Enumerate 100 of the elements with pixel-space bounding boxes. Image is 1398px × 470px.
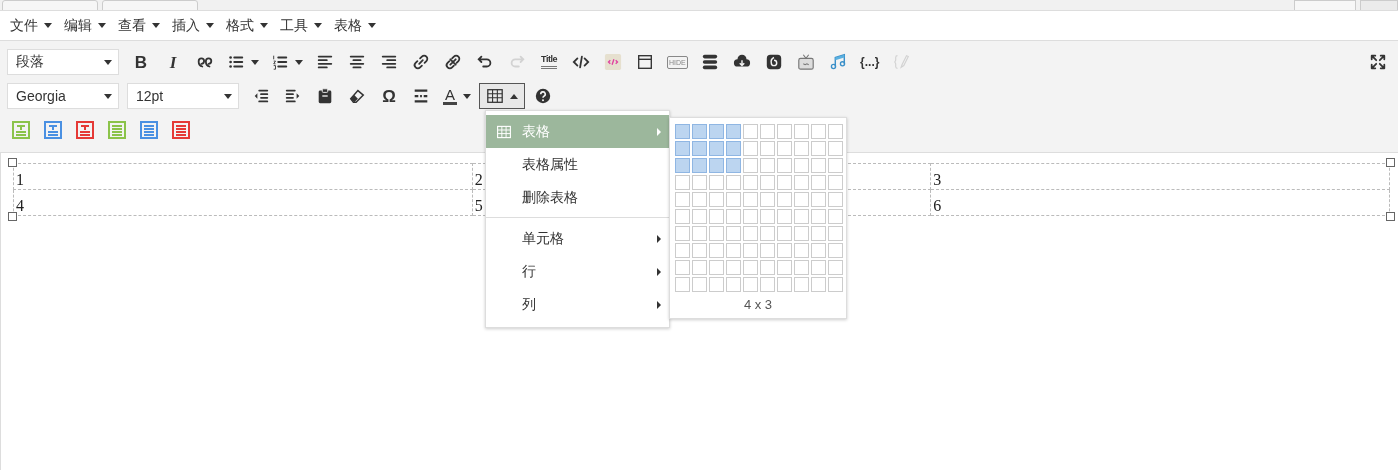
font-family-dropdown[interactable]: Georgia <box>7 83 119 109</box>
grid-cell[interactable] <box>828 209 843 224</box>
grid-cell[interactable] <box>743 158 758 173</box>
grid-cell[interactable] <box>811 158 826 173</box>
grid-cell[interactable] <box>726 277 741 292</box>
grid-cell[interactable] <box>726 192 741 207</box>
grid-cell[interactable] <box>760 243 775 258</box>
textcolor-button[interactable]: A <box>439 83 475 109</box>
grid-cell[interactable] <box>794 243 809 258</box>
grid-cell[interactable] <box>709 141 724 156</box>
grid-cell[interactable] <box>743 192 758 207</box>
menu-item[interactable]: 格式 <box>220 16 274 35</box>
grid-cell[interactable] <box>794 260 809 275</box>
menu-item[interactable]: 插入 <box>166 16 220 35</box>
grid-cell[interactable] <box>777 158 792 173</box>
menu-item[interactable]: 编辑 <box>58 16 112 35</box>
resize-handle[interactable] <box>1386 212 1395 221</box>
grid-cell[interactable] <box>760 277 775 292</box>
grid-cell[interactable] <box>777 192 792 207</box>
grid-cell[interactable] <box>692 209 707 224</box>
grid-cell[interactable] <box>760 175 775 190</box>
grid-cell[interactable] <box>726 260 741 275</box>
grid-cell[interactable] <box>675 260 690 275</box>
grid-cell[interactable] <box>726 209 741 224</box>
resize-handle[interactable] <box>8 212 17 221</box>
grid-cell[interactable] <box>811 141 826 156</box>
grid-cell[interactable] <box>811 209 826 224</box>
grid-cell[interactable] <box>760 124 775 139</box>
grid-cell[interactable] <box>760 226 775 241</box>
editor-tab[interactable] <box>1294 0 1356 10</box>
grid-cell[interactable] <box>675 175 690 190</box>
grid-cell[interactable] <box>675 141 690 156</box>
grid-cell[interactable] <box>692 277 707 292</box>
grid-cell[interactable] <box>828 175 843 190</box>
menu-item[interactable]: 行 <box>486 255 669 288</box>
bold-button[interactable]: B <box>127 49 155 75</box>
font-size-dropdown[interactable]: 12pt <box>127 83 239 109</box>
grid-cell[interactable] <box>709 158 724 173</box>
grid-cell[interactable] <box>828 226 843 241</box>
grid-cell[interactable] <box>794 277 809 292</box>
grid-cell[interactable] <box>794 124 809 139</box>
grid-cell[interactable] <box>743 124 758 139</box>
grid-cell[interactable] <box>692 124 707 139</box>
editor-tab[interactable] <box>1360 0 1398 10</box>
menu-item[interactable]: 列 <box>486 288 669 321</box>
grid-cell[interactable] <box>675 209 690 224</box>
grid-cell[interactable] <box>811 260 826 275</box>
grid-cell[interactable] <box>760 158 775 173</box>
grid-cell[interactable] <box>811 226 826 241</box>
table-button[interactable] <box>479 83 525 109</box>
grid-cell[interactable] <box>675 277 690 292</box>
grid-cell[interactable] <box>743 226 758 241</box>
grid-cell[interactable] <box>828 124 843 139</box>
grid-cell[interactable] <box>777 260 792 275</box>
grid-cell[interactable] <box>743 260 758 275</box>
grid-cell[interactable] <box>828 141 843 156</box>
grid-cell[interactable] <box>777 175 792 190</box>
grid-cell[interactable] <box>709 243 724 258</box>
omega-button[interactable]: Ω <box>375 83 403 109</box>
grid-cell[interactable] <box>811 124 826 139</box>
grid-cell[interactable] <box>692 175 707 190</box>
menu-item[interactable]: 工具 <box>274 16 328 35</box>
grid-cell[interactable] <box>777 243 792 258</box>
grid-cell[interactable] <box>675 192 690 207</box>
grid-cell[interactable] <box>692 243 707 258</box>
menu-item[interactable]: 表格 <box>328 16 382 35</box>
grid-cell[interactable] <box>794 192 809 207</box>
grid-cell[interactable] <box>777 124 792 139</box>
grid-cell[interactable] <box>743 243 758 258</box>
title-button[interactable]: Title <box>535 49 563 75</box>
grid-cell[interactable] <box>743 277 758 292</box>
grid-cell[interactable] <box>692 226 707 241</box>
grid-cell[interactable] <box>675 243 690 258</box>
grid-cell[interactable] <box>709 175 724 190</box>
grid-cell[interactable] <box>743 175 758 190</box>
grid-cell[interactable] <box>726 124 741 139</box>
grid-cell[interactable] <box>828 260 843 275</box>
resize-handle[interactable] <box>1386 158 1395 167</box>
grid-cell[interactable] <box>794 141 809 156</box>
grid-cell[interactable] <box>709 192 724 207</box>
menu-item[interactable]: 单元格 <box>486 222 669 255</box>
grid-cell[interactable] <box>743 209 758 224</box>
grid-cell[interactable] <box>777 209 792 224</box>
italic-button[interactable]: I <box>159 49 187 75</box>
grid-cell[interactable] <box>726 226 741 241</box>
grid-cell[interactable] <box>777 226 792 241</box>
grid-cell[interactable] <box>692 141 707 156</box>
grid-cell[interactable] <box>794 175 809 190</box>
grid-cell[interactable] <box>828 277 843 292</box>
grid-cell[interactable] <box>828 158 843 173</box>
grid-cell[interactable] <box>675 158 690 173</box>
grid-cell[interactable] <box>709 260 724 275</box>
grid-cell[interactable] <box>726 141 741 156</box>
grid-cell[interactable] <box>726 175 741 190</box>
grid-cell[interactable] <box>709 277 724 292</box>
grid-cell[interactable] <box>811 243 826 258</box>
grid-cell[interactable] <box>692 260 707 275</box>
grid-cell[interactable] <box>743 141 758 156</box>
grid-cell[interactable] <box>828 243 843 258</box>
resize-handle[interactable] <box>8 158 17 167</box>
